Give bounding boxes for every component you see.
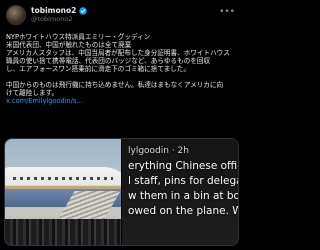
post-line-5: し、エアフォースワン搭乗前に滑走下のゴミ箱に捨てました。 (6, 65, 190, 73)
avatar[interactable] (6, 5, 26, 25)
photo-air-force-one[interactable] (5, 139, 121, 245)
handle[interactable]: @tobimono2 (31, 15, 87, 24)
ellipsis-icon[interactable]: ••• (219, 7, 235, 17)
caption-handle: lylgoodin · 2h (128, 146, 189, 156)
caption-line-4: owed on the plane. We' (128, 205, 238, 217)
media-grid[interactable]: lylgoodin · 2h erything Chinese officia … (4, 138, 239, 246)
post-line-1: NYPホワイトハウス特派員エミリー・グッディン (6, 33, 151, 41)
caption-line-3: w them in a bin at bott (128, 190, 239, 202)
post-header: tobimono2 @tobimono2 (6, 4, 88, 26)
caption-line-1: erything Chinese officia (128, 160, 238, 172)
plane-stripe (5, 186, 121, 189)
photo-screenshot-post[interactable]: lylgoodin · 2h erything Chinese officia … (122, 139, 239, 245)
post-line-4: 職員の使い捨て携帯電話、代表団のバッジなど、あらゆるものを回収 (6, 57, 211, 65)
post-line-7: 中国からのものは飛行機に持ち込めません。私達はまもなくアメリカに向 (6, 81, 224, 89)
caption-line-2: l staff, pins for delegat (128, 175, 239, 187)
display-name[interactable]: tobimono2 (31, 6, 76, 15)
author-names: tobimono2 @tobimono2 (31, 6, 88, 24)
post-link[interactable]: x.com/Emilylgoodin/s... (6, 97, 240, 105)
post-line-2: 米国代表団、中国が触れたものは全て廃棄 (6, 41, 132, 49)
plane-windows (13, 177, 113, 180)
check-badge-icon (79, 6, 88, 15)
crowd (5, 219, 121, 245)
post-line-3: アメリカ人スタッフは、中国当局者が配布した身分証明書、ホワイトハウス (6, 49, 230, 57)
post-line-8: けて離陸します。 (6, 89, 59, 97)
display-name-row: tobimono2 (31, 6, 88, 15)
